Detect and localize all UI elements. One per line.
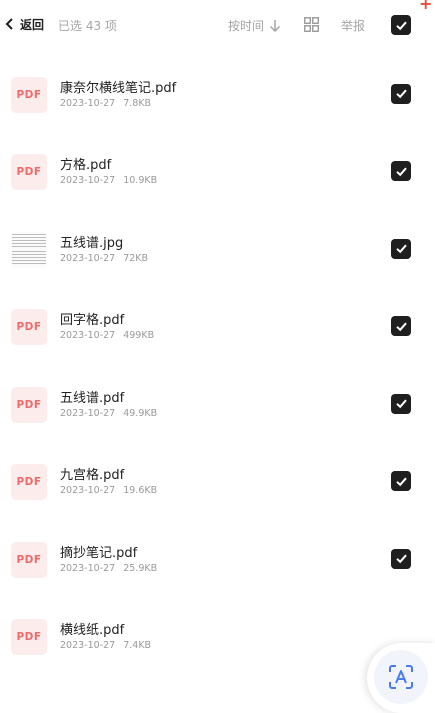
file-name: 五线谱.jpg xyxy=(60,235,124,251)
text-recognition-icon xyxy=(389,665,413,689)
pdf-badge-label: PDF xyxy=(16,553,42,566)
file-meta: 2023-10-27 10.9KB xyxy=(60,175,157,186)
file-size: 49.9KB xyxy=(123,407,158,419)
selection-toolbar: 返回 已选 43 项 按时间 举报 + xyxy=(0,0,435,48)
file-name: 方格.pdf xyxy=(60,158,112,173)
arrow-down-icon xyxy=(269,20,281,32)
file-size: 10.9KB xyxy=(123,175,158,186)
row-checkbox[interactable] xyxy=(391,316,411,336)
pdf-badge-label: PDF xyxy=(16,321,42,333)
file-name: 横线纸.pdf xyxy=(60,623,125,638)
selected-count: 已选 43 项 xyxy=(58,19,117,33)
file-meta: 2023-10-27 499KB xyxy=(60,330,154,341)
file-date: 2023-10-27 xyxy=(60,175,116,186)
file-row[interactable]: PDF 九宫格.pdf 2023-10-27 19.6KB xyxy=(0,443,435,520)
row-checkbox[interactable] xyxy=(391,548,411,569)
file-name: 康奈尔横线笔记.pdf xyxy=(60,80,177,96)
floating-dock xyxy=(367,643,435,713)
back-button[interactable]: 返回 xyxy=(5,14,44,34)
file-row[interactable]: PDF 摘抄笔记.pdf 2023-10-27 25.9KB xyxy=(0,521,435,598)
file-size: 25.9KB xyxy=(123,562,158,574)
sort-by-time-button[interactable]: 按时间 xyxy=(228,17,281,34)
file-name: 九宫格.pdf xyxy=(60,468,125,483)
file-date: 2023-10-27 xyxy=(60,485,116,496)
file-row[interactable]: PDF 康奈尔横线笔记.pdf 2023-10-27 7.8KB xyxy=(0,56,435,133)
grid-icon[interactable] xyxy=(304,17,319,32)
row-checkbox[interactable] xyxy=(391,83,411,104)
pdf-file-icon: PDF xyxy=(11,154,47,190)
file-row[interactable]: PDF 五线谱.pdf 2023-10-27 49.9KB xyxy=(0,366,435,443)
file-meta: 2023-10-27 72KB xyxy=(60,253,148,264)
pdf-badge-label: PDF xyxy=(16,476,42,488)
checkmark-icon xyxy=(395,21,407,30)
file-date: 2023-10-27 xyxy=(60,562,116,574)
pdf-badge-label: PDF xyxy=(16,631,42,643)
file-row[interactable]: PDF 方格.pdf 2023-10-27 10.9KB xyxy=(0,133,435,210)
file-name: 摘抄笔记.pdf xyxy=(60,545,138,561)
file-meta: 2023-10-27 49.9KB xyxy=(60,408,157,419)
row-checkbox[interactable] xyxy=(391,393,411,414)
report-button[interactable]: 举报 xyxy=(341,17,365,34)
pdf-file-icon: PDF xyxy=(11,76,47,113)
back-label: 返回 xyxy=(20,17,45,32)
file-date: 2023-10-27 xyxy=(60,252,116,264)
file-row[interactable]: PDF 回字格.pdf 2023-10-27 499KB xyxy=(0,288,435,365)
select-all-checkbox[interactable] xyxy=(391,15,411,35)
file-size: 7.4KB xyxy=(123,640,152,651)
pdf-badge-label: PDF xyxy=(16,166,42,178)
pdf-file-icon: PDF xyxy=(11,309,47,345)
chevron-left-icon xyxy=(5,18,13,30)
file-meta: 2023-10-27 7.4KB xyxy=(60,640,151,651)
file-date: 2023-10-27 xyxy=(60,407,116,419)
file-name: 五线谱.pdf xyxy=(60,390,125,406)
file-size: 499KB xyxy=(123,330,155,341)
pdf-file-icon: PDF xyxy=(11,386,47,423)
file-meta: 2023-10-27 19.6KB xyxy=(60,485,157,496)
image-thumbnail xyxy=(11,231,47,268)
pdf-file-icon: PDF xyxy=(11,541,47,578)
file-size: 72KB xyxy=(123,252,149,264)
plus-icon: + xyxy=(419,0,433,13)
row-checkbox[interactable] xyxy=(391,238,411,259)
row-checkbox[interactable] xyxy=(391,161,411,181)
pdf-file-icon: PDF xyxy=(11,464,47,500)
sort-label: 按时间 xyxy=(228,19,265,33)
file-date: 2023-10-27 xyxy=(60,640,116,651)
pdf-file-icon: PDF xyxy=(11,619,47,655)
file-meta: 2023-10-27 7.8KB xyxy=(60,98,151,109)
pdf-badge-label: PDF xyxy=(16,398,42,411)
file-date: 2023-10-27 xyxy=(60,330,116,341)
file-row[interactable]: 五线谱.jpg 2023-10-27 72KB xyxy=(0,211,435,288)
file-date: 2023-10-27 xyxy=(60,97,116,109)
file-size: 19.6KB xyxy=(123,485,158,496)
row-checkbox[interactable] xyxy=(391,471,411,491)
file-name: 回字格.pdf xyxy=(60,313,125,328)
file-size: 7.8KB xyxy=(123,97,152,109)
pdf-badge-label: PDF xyxy=(16,88,42,101)
text-recognition-button[interactable] xyxy=(374,650,428,704)
file-meta: 2023-10-27 25.9KB xyxy=(60,563,157,574)
